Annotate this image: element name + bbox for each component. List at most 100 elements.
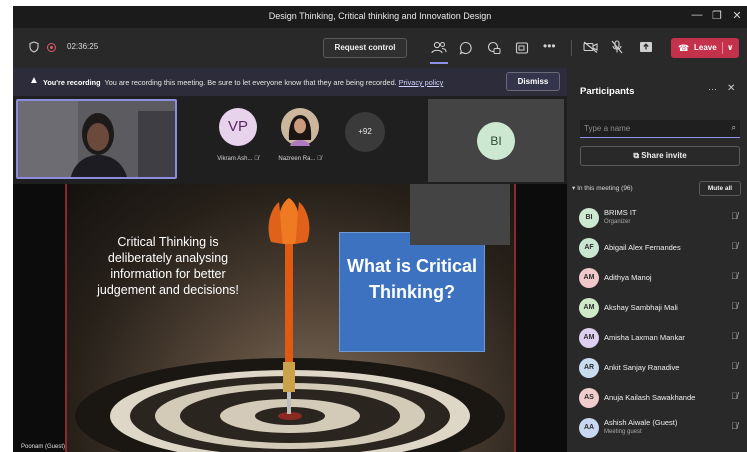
participant-row[interactable]: AF Abigail Alex Fernandes 🎙̸ [579, 234, 744, 264]
share-invite-button[interactable]: ⧉ Share invite [580, 146, 740, 166]
window-title: Design Thinking, Critical thinking and I… [268, 11, 492, 21]
camera-off-icon[interactable] [583, 41, 599, 53]
participant-row[interactable]: AS Anuja Kailash Sawakhande 🎙̸ [579, 384, 744, 414]
mic-off-icon[interactable] [611, 40, 623, 54]
participant-name: Amisha Laxman Mankar [604, 333, 685, 342]
mic-off-icon: 🎙̸ [731, 361, 738, 371]
more-options-icon[interactable]: ••• [543, 39, 556, 53]
mute-all-button[interactable]: Mute all [699, 181, 741, 196]
mic-off-icon: 🎙̸ [731, 211, 738, 221]
participant-row[interactable]: BI BRIMS IT Organizer 🎙̸ [579, 204, 744, 234]
avatar: AM [579, 268, 599, 288]
phone-icon: ☎ [678, 43, 690, 53]
mic-off-icon: 🎙̸ [731, 271, 738, 281]
mic-off-icon: 🎙̸ [254, 156, 259, 162]
participant-row[interactable]: AA Ashish Aiwale (Guest) Meeting guest 🎙… [579, 414, 744, 444]
chevron-down-icon[interactable]: ∨ [727, 38, 734, 58]
participant-strip: VP Vikram Ash... 🎙̸ Nazreen Ra... 🎙̸ +92… [13, 96, 567, 184]
participant-row[interactable]: AM Adithya Manoj 🎙̸ [579, 264, 744, 294]
chevron-down-icon: ▾ [572, 185, 576, 192]
participant-row[interactable]: AR Ankit Sanjay Ranadive 🎙̸ [579, 354, 744, 384]
banner-message: You are recording this meeting. Be sure … [104, 78, 397, 87]
toolbar-divider [571, 40, 572, 56]
participant-name: Anuja Kailash Sawakhande [604, 393, 696, 402]
shield-icon[interactable] [29, 41, 39, 53]
participant-tile-empty[interactable] [410, 184, 510, 245]
panel-title: Participants [580, 86, 635, 97]
share-invite-label: Share invite [641, 151, 687, 160]
warning-icon: ▲ [29, 75, 39, 86]
participant-video-image [18, 101, 175, 177]
participant-role: Organizer [604, 219, 631, 225]
request-control-button[interactable]: Request control [323, 38, 407, 58]
participant-name-text: Vikram Ash... [217, 156, 253, 162]
avatar: AF [579, 238, 599, 258]
avatar: AS [579, 388, 599, 408]
mic-off-icon: 🎙̸ [731, 301, 738, 311]
mic-off-icon: 🎙̸ [731, 421, 738, 431]
people-icon[interactable] [431, 41, 447, 54]
slide-question-box: What is Critical Thinking? [339, 232, 485, 352]
section-header[interactable]: ▾ In this meeting (96) [572, 184, 633, 192]
participants-panel: Participants ··· ✕ Type a name ⌕ ⧉ Share… [567, 68, 747, 452]
participant-tile-vp[interactable]: VP Vikram Ash... 🎙̸ [208, 108, 268, 162]
banner-text: You're recording You are recording this … [43, 78, 443, 87]
share-icon: ⧉ [633, 151, 640, 160]
reactions-icon[interactable] [487, 41, 501, 55]
participant-name: Adithya Manoj [604, 273, 652, 282]
meeting-timer: 02:36:25 [67, 42, 99, 51]
participant-name: Akshay Sambhaji Mali [604, 303, 678, 312]
avatar [281, 108, 319, 146]
mic-off-icon: 🎙̸ [731, 391, 738, 401]
minimize-icon[interactable]: — [689, 9, 705, 21]
recording-indicator-icon [47, 43, 56, 52]
close-icon[interactable]: ✕ [729, 9, 745, 22]
avatar: VP [219, 108, 257, 146]
slide-definition-text: Critical Thinking is deliberately analys… [97, 235, 239, 297]
close-icon[interactable]: ✕ [727, 83, 735, 94]
avatar: AR [579, 358, 599, 378]
participant-name-text: Nazreen Ra... [278, 156, 316, 162]
meeting-toolbar: 02:36:25 Request control ••• ☎ Leave ∨ [13, 28, 747, 68]
share-screen-icon[interactable] [639, 41, 653, 54]
privacy-policy-link[interactable]: Privacy policy [399, 78, 444, 87]
chat-icon[interactable] [459, 41, 473, 55]
avatar: BI [579, 208, 599, 228]
avatar: AA [579, 418, 599, 438]
section-header-label: In this meeting (96) [577, 185, 633, 192]
mic-off-icon: 🎙̸ [731, 241, 738, 251]
participant-name: Ashish Aiwale (Guest) [604, 418, 678, 427]
avatar: AM [579, 328, 599, 348]
participant-name: Nazreen Ra... 🎙̸ [270, 156, 330, 162]
participant-name: Abigail Alex Fernandes [604, 243, 681, 252]
title-bar: Design Thinking, Critical thinking and I… [13, 6, 747, 28]
participant-tile-nazreen[interactable]: Nazreen Ra... 🎙̸ [270, 108, 330, 162]
search-placeholder: Type a name [584, 124, 631, 133]
participant-name: Vikram Ash... 🎙̸ [208, 156, 268, 162]
maximize-icon[interactable]: ❐ [709, 9, 725, 22]
participant-video[interactable] [16, 99, 177, 179]
recording-banner: ▲ You're recording You are recording thi… [13, 68, 567, 96]
presenter-name: Poonam (Guest) [21, 444, 66, 450]
participant-row[interactable]: AM Amisha Laxman Mankar 🎙̸ [579, 324, 744, 354]
participant-name: BRIMS IT [604, 208, 637, 217]
search-input[interactable]: Type a name ⌕ [580, 120, 740, 138]
dismiss-button[interactable]: Dismiss [506, 72, 560, 91]
leave-button[interactable]: ☎ Leave ∨ [671, 38, 739, 58]
participant-tile-bi[interactable]: BI [428, 99, 564, 182]
participant-row[interactable]: AM Akshay Sambhaji Mali 🎙̸ [579, 294, 744, 324]
avatar: BI [477, 122, 515, 160]
more-options-icon[interactable]: ··· [708, 84, 717, 94]
people-active-indicator [430, 62, 448, 64]
leave-label: Leave [694, 43, 717, 52]
leave-divider [722, 42, 723, 54]
rooms-icon[interactable] [515, 41, 529, 55]
mic-off-icon: 🎙̸ [731, 331, 738, 341]
participant-role: Meeting guest [604, 429, 642, 435]
avatar: AM [579, 298, 599, 318]
teams-meeting-window: Design Thinking, Critical thinking and I… [13, 6, 747, 452]
more-participants-button[interactable]: +92 [345, 112, 385, 152]
search-icon[interactable]: ⌕ [732, 123, 736, 133]
mic-off-icon: 🎙̸ [317, 156, 322, 162]
banner-title: You're recording [43, 78, 101, 87]
